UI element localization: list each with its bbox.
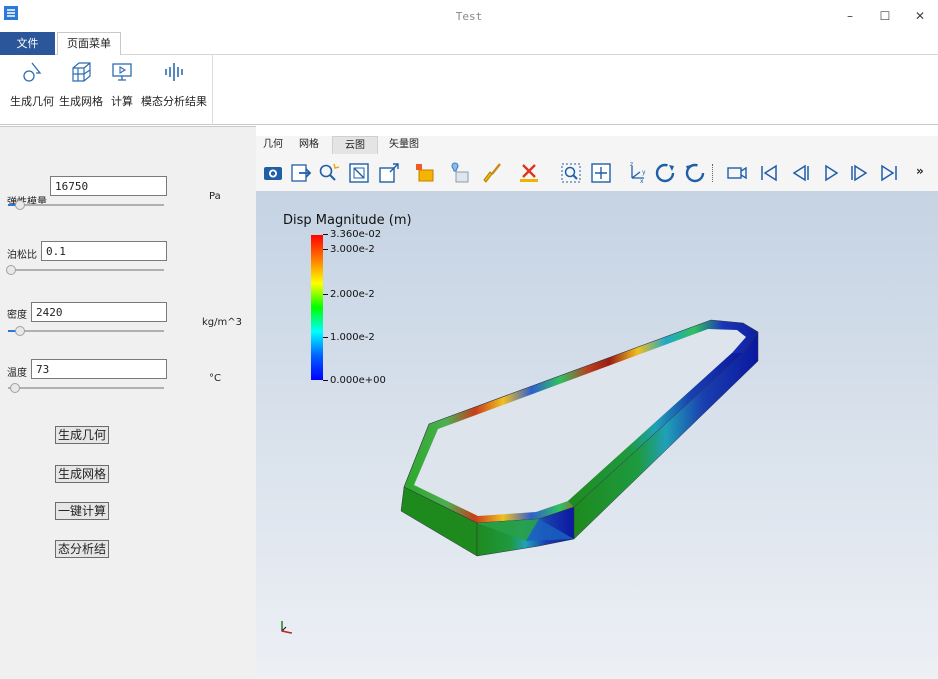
camera-icon[interactable] — [262, 162, 284, 184]
mesh-icon — [72, 62, 91, 82]
minimize-button[interactable]: – — [842, 8, 858, 24]
parameter-panel: 弹性模量 16750 Pa 泊松比 0.1 密度 2420 kg/m^3 温度 … — [0, 126, 256, 679]
ribbon-group: 生成几何 生成网格 计算 模态分析结果 — [0, 55, 213, 125]
last-frame-icon[interactable] — [878, 162, 900, 184]
resize-icon[interactable] — [378, 162, 400, 184]
rotate-ccw-icon[interactable] — [684, 162, 706, 184]
density-input[interactable]: 2420 — [31, 302, 167, 322]
prev-frame-icon[interactable] — [790, 162, 812, 184]
temperature-label: 温度 — [7, 368, 27, 379]
elastic-modulus-input[interactable]: 16750 — [50, 176, 167, 196]
svg-text:y: y — [642, 169, 646, 176]
export-icon[interactable] — [290, 162, 312, 184]
fit-view-icon[interactable] — [348, 162, 370, 184]
slider-thumb[interactable] — [6, 265, 16, 275]
modal-analysis-icon — [165, 63, 183, 81]
density-label: 密度 — [7, 310, 27, 321]
tab-contour[interactable]: 云图 — [332, 136, 378, 154]
first-frame-icon[interactable] — [758, 162, 780, 184]
svg-text:z: z — [630, 162, 633, 168]
title-bar: Test – ☐ ✕ — [0, 0, 938, 32]
temperature-input[interactable]: 73 — [31, 359, 167, 379]
modal-results-label: 模态分析结果 — [141, 95, 207, 108]
rotate-cw-icon[interactable] — [654, 162, 676, 184]
generate-geometry-button[interactable]: 生成几何 — [55, 426, 110, 444]
view-toolbar: z yx » — [256, 154, 938, 191]
poisson-slider[interactable] — [6, 265, 164, 275]
next-frame-icon[interactable] — [848, 162, 870, 184]
ribbon-body: 生成几何 生成网格 计算 模态分析结果 — [0, 55, 938, 125]
slider-thumb[interactable] — [10, 383, 20, 393]
density-slider[interactable] — [8, 326, 164, 336]
slider-thumb[interactable] — [15, 326, 25, 336]
toolbar-overflow-icon[interactable]: » — [916, 164, 924, 178]
generate-geometry-ribbon-button[interactable]: 生成几何 — [8, 57, 56, 117]
monitor-icon — [112, 63, 132, 81]
fit-all-icon[interactable] — [590, 162, 612, 184]
tab-page-menu[interactable]: 页面菜单 — [57, 32, 121, 56]
record-icon[interactable] — [726, 162, 748, 184]
generate-mesh-label: 生成网格 — [59, 95, 103, 108]
tab-geometry[interactable]: 几何 — [260, 136, 286, 154]
modal-results-ribbon-button[interactable]: 模态分析结果 — [140, 57, 208, 117]
view-tabs: 几何 网格 云图 矢量图 — [256, 136, 938, 154]
3d-viewport[interactable]: Disp Magnitude (m) 3.360e-02 3.000e-2 2.… — [256, 191, 938, 679]
poisson-input[interactable]: 0.1 — [41, 241, 167, 261]
generate-mesh-ribbon-button[interactable]: 生成网格 — [58, 57, 104, 117]
color-box-icon[interactable] — [414, 162, 436, 184]
generate-mesh-button[interactable]: 生成网格 — [55, 465, 110, 483]
close-button[interactable]: ✕ — [912, 8, 928, 24]
3d-model — [281, 319, 759, 634]
axes-icon[interactable]: z yx — [626, 162, 648, 184]
play-icon[interactable] — [820, 162, 842, 184]
elastic-modulus-unit: Pa — [209, 191, 221, 202]
temperature-slider[interactable] — [8, 383, 164, 393]
window-title: Test — [455, 10, 483, 23]
delete-ruler-icon[interactable] — [518, 162, 540, 184]
temperature-unit: °C — [209, 373, 221, 384]
maximize-button[interactable]: ☐ — [877, 8, 893, 24]
elastic-modulus-slider[interactable] — [8, 200, 164, 210]
svg-text:x: x — [640, 178, 644, 184]
compute-label: 计算 — [111, 95, 133, 108]
tab-file[interactable]: 文件 — [0, 32, 55, 55]
slider-thumb[interactable] — [15, 200, 25, 210]
generate-geometry-label: 生成几何 — [10, 95, 54, 108]
one-click-compute-button[interactable]: 一键计算 — [55, 502, 110, 520]
zoom-pick-icon[interactable] — [318, 162, 340, 184]
density-unit: kg/m^3 — [202, 317, 242, 328]
tab-vector[interactable]: 矢量图 — [384, 136, 424, 154]
tab-mesh[interactable]: 网格 — [296, 136, 322, 154]
zoom-box-icon[interactable] — [560, 162, 582, 184]
toolbar-separator — [712, 164, 713, 182]
ribbon-tabs: 文件 页面菜单 — [0, 32, 938, 56]
modal-analysis-button[interactable]: 态分析结 — [55, 540, 110, 558]
poisson-label: 泊松比 — [7, 250, 37, 261]
geometry-icon — [23, 62, 42, 82]
light-icon[interactable] — [448, 162, 470, 184]
clear-brush-icon[interactable] — [482, 162, 504, 184]
compute-ribbon-button[interactable]: 计算 — [108, 57, 136, 117]
